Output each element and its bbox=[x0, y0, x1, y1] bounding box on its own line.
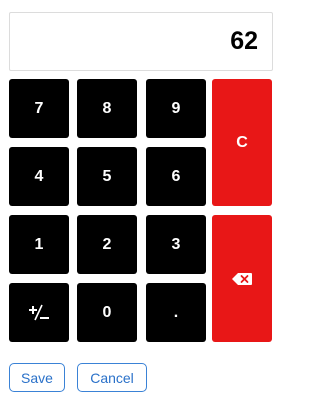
key-1-label: 1 bbox=[34, 235, 44, 253]
cancel-button[interactable]: Cancel bbox=[77, 363, 147, 392]
key-1[interactable]: 1 bbox=[9, 215, 69, 274]
key-8[interactable]: 8 bbox=[77, 79, 137, 138]
decimal-button[interactable]: . bbox=[146, 283, 206, 342]
key-4-label: 4 bbox=[34, 167, 44, 185]
key-0-label: 0 bbox=[102, 303, 112, 321]
decimal-button-label: . bbox=[173, 303, 179, 321]
key-4[interactable]: 4 bbox=[9, 147, 69, 206]
clear-button-label: C bbox=[236, 133, 248, 151]
calculator-display: 62 bbox=[9, 12, 273, 71]
display-value: 62 bbox=[230, 27, 258, 55]
key-5[interactable]: 5 bbox=[77, 147, 137, 206]
key-6[interactable]: 6 bbox=[146, 147, 206, 206]
key-2-label: 2 bbox=[102, 235, 112, 253]
key-6-label: 6 bbox=[171, 167, 181, 185]
plus-minus-button[interactable] bbox=[9, 283, 69, 342]
save-button-label: Save bbox=[21, 369, 53, 386]
key-0[interactable]: 0 bbox=[77, 283, 137, 342]
key-9-label: 9 bbox=[171, 99, 181, 117]
backspace-icon bbox=[232, 272, 252, 285]
key-8-label: 8 bbox=[102, 99, 112, 117]
clear-button[interactable]: C bbox=[212, 79, 272, 206]
key-9[interactable]: 9 bbox=[146, 79, 206, 138]
key-7[interactable]: 7 bbox=[9, 79, 69, 138]
plus-minus-icon bbox=[28, 304, 50, 322]
key-3[interactable]: 3 bbox=[146, 215, 206, 274]
key-7-label: 7 bbox=[34, 99, 44, 117]
key-5-label: 5 bbox=[102, 167, 112, 185]
save-button[interactable]: Save bbox=[9, 363, 65, 392]
key-3-label: 3 bbox=[171, 235, 181, 253]
backspace-button[interactable] bbox=[212, 215, 272, 342]
cancel-button-label: Cancel bbox=[90, 369, 134, 386]
key-2[interactable]: 2 bbox=[77, 215, 137, 274]
